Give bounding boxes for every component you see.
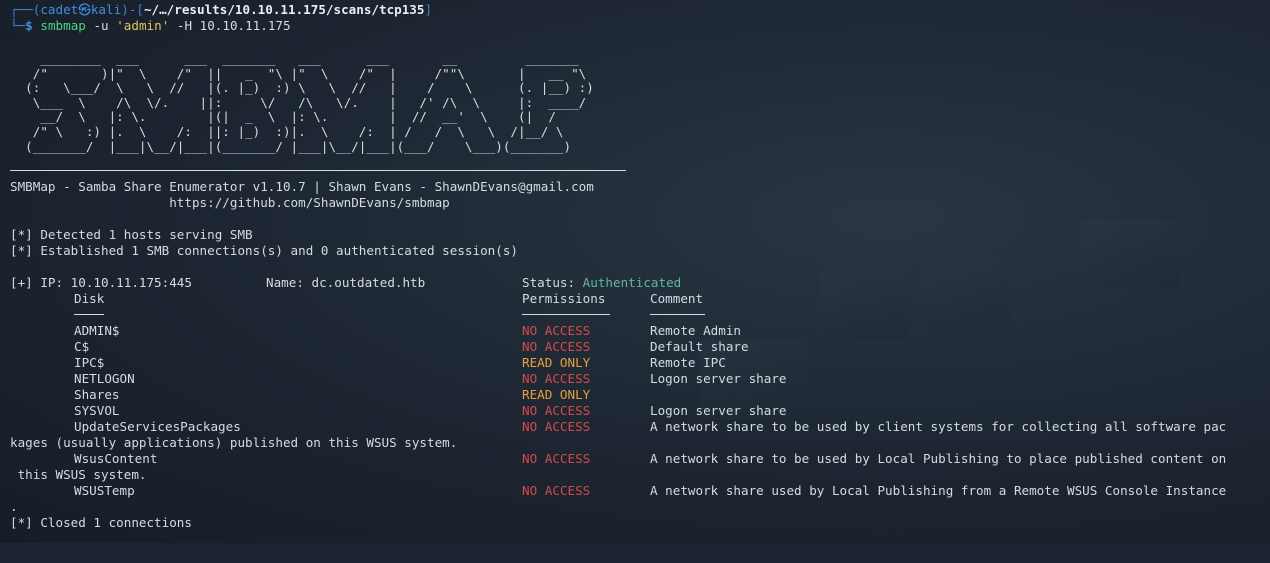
share-comment: Logon server share	[650, 403, 787, 418]
prompt-dollar: $	[25, 18, 33, 33]
share-permission: NO ACCESS	[522, 371, 591, 386]
ascii-art-line: (: \___/ \ \ // |(. |_) :) \ \ // | / \ …	[10, 80, 594, 96]
smbmap-ascii-banner: ________ ___ ___ _______ ___ ___ __ ____…	[10, 51, 594, 154]
prompt-bracket: ]	[424, 2, 433, 17]
command-flag: -u	[85, 18, 117, 33]
share-permission: NO ACCESS	[522, 451, 591, 466]
ascii-art-line: (_______/ |___|\__/|___|(_______/ |___|\…	[10, 138, 572, 154]
ascii-art-line: /" \ :) |. \ /: ||: |_) :)|. \ /: | / / …	[10, 123, 564, 139]
ascii-art-line: ________ ___ ___ _______ ___ ___ __ ____…	[10, 51, 579, 66]
share-name: Shares	[74, 387, 120, 402]
share-comment: Logon server share	[650, 371, 787, 386]
share-comment: A network share used by Local Publishing…	[650, 483, 1227, 498]
terminal-output: ┌──(cadet㉿kali)-[~/…/results/10.10.11.17…	[10, 2, 1270, 34]
table-row: Shares READ ONLY	[10, 387, 1270, 403]
share-permission: NO ACCESS	[522, 403, 591, 418]
host-name: Name: dc.outdated.htb	[266, 275, 426, 290]
table-row: IPC$ READ ONLY Remote IPC	[10, 355, 1270, 371]
share-name: WsusContent	[74, 451, 158, 466]
table-row: ADMIN$ NO ACCESS Remote Admin	[10, 323, 1270, 339]
share-permission: NO ACCESS	[522, 419, 591, 434]
table-row: UpdateServicesPackages NO ACCESS A netwo…	[10, 419, 1270, 435]
command-name: smbmap	[40, 18, 86, 33]
disk-header: Disk	[74, 291, 105, 306]
share-comment-wrap: kages (usually applications) published o…	[10, 435, 458, 450]
host-status: Status: Authenticated	[522, 275, 681, 291]
column-rules	[10, 307, 1270, 323]
status-established: [*] Established 1 SMB connections(s) and…	[10, 243, 518, 258]
share-comment-wrap: .	[10, 499, 18, 514]
disk-rule	[74, 314, 104, 315]
ascii-art-line: \___ \ /\ \/. ||: \/ /\ \/. | /' /\ \ |:…	[10, 94, 587, 110]
status-detected: [*] Detected 1 hosts serving SMB	[10, 227, 253, 242]
banner-title: SMBMap - Samba Share Enumerator v1.10.7 …	[10, 179, 594, 194]
share-name: C$	[74, 339, 90, 354]
share-permission: READ ONLY	[522, 387, 591, 402]
share-comment: Remote Admin	[650, 323, 741, 338]
permissions-rule	[522, 314, 610, 315]
share-name: SYSVOL	[74, 403, 120, 418]
comment-header: Comment	[650, 291, 704, 306]
share-name: WSUSTemp	[74, 483, 135, 498]
share-permission: NO ACCESS	[522, 339, 591, 354]
host-ip: [+] IP: 10.10.11.175:445	[10, 275, 192, 290]
comment-rule	[650, 314, 705, 315]
ascii-art-line: __/ \ |: \. |(| _ \ |: \. | // __' \ (| …	[10, 109, 556, 125]
command-host-arg: -H 10.10.11.175	[169, 18, 291, 33]
share-permission: NO ACCESS	[522, 323, 591, 338]
prompt-user: cadet㉿kali	[40, 2, 122, 17]
status-closed: [*] Closed 1 connections	[10, 515, 192, 530]
status-label: Status:	[522, 275, 583, 290]
share-comment: Default share	[650, 339, 749, 354]
permissions-header: Permissions	[522, 291, 606, 306]
prompt-separator: )-[	[121, 2, 144, 17]
command-string-arg: 'admin'	[116, 18, 170, 33]
ascii-art-line: /" )|" \ /" || _ "\ |" \ /" | /""\ | __ …	[10, 65, 587, 81]
command-line[interactable]: └─$ smbmap -u 'admin' -H 10.10.11.175	[10, 18, 1270, 34]
column-headers: Disk Permissions Comment	[10, 291, 1270, 307]
host-line: [+] IP: 10.10.11.175:445 Name: dc.outdat…	[10, 275, 1270, 291]
share-permission: READ ONLY	[522, 355, 591, 370]
share-comment: A network share to be used by client sys…	[650, 419, 1227, 434]
share-name: NETLOGON	[74, 371, 135, 386]
share-name: UpdateServicesPackages	[74, 419, 241, 434]
banner-url: https://github.com/ShawnDEvans/smbmap	[10, 195, 450, 210]
table-row: WSUSTemp NO ACCESS A network share used …	[10, 483, 1270, 499]
table-row: WsusContent NO ACCESS A network share to…	[10, 451, 1270, 467]
prompt-path: ~/…/results/10.10.11.175/scans/tcp135	[143, 2, 425, 17]
table-row: NETLOGON NO ACCESS Logon server share	[10, 371, 1270, 387]
prompt-corner: └─	[10, 18, 26, 33]
share-permission: NO ACCESS	[522, 483, 591, 498]
share-name: ADMIN$	[74, 323, 120, 338]
table-row: SYSVOL NO ACCESS Logon server share	[10, 403, 1270, 419]
banner-rule	[10, 170, 626, 171]
terminal-output-body: SMBMap - Samba Share Enumerator v1.10.7 …	[10, 179, 1270, 531]
share-comment-wrap: this WSUS system.	[10, 467, 147, 482]
share-comment: A network share to be used by Local Publ…	[650, 451, 1227, 466]
status-value: Authenticated	[582, 275, 682, 290]
share-name: IPC$	[74, 355, 105, 370]
prompt-corner: ┌──(	[10, 2, 41, 17]
table-row: C$ NO ACCESS Default share	[10, 339, 1270, 355]
prompt-line: ┌──(cadet㉿kali)-[~/…/results/10.10.11.17…	[10, 2, 1270, 18]
share-comment: Remote IPC	[650, 355, 726, 370]
